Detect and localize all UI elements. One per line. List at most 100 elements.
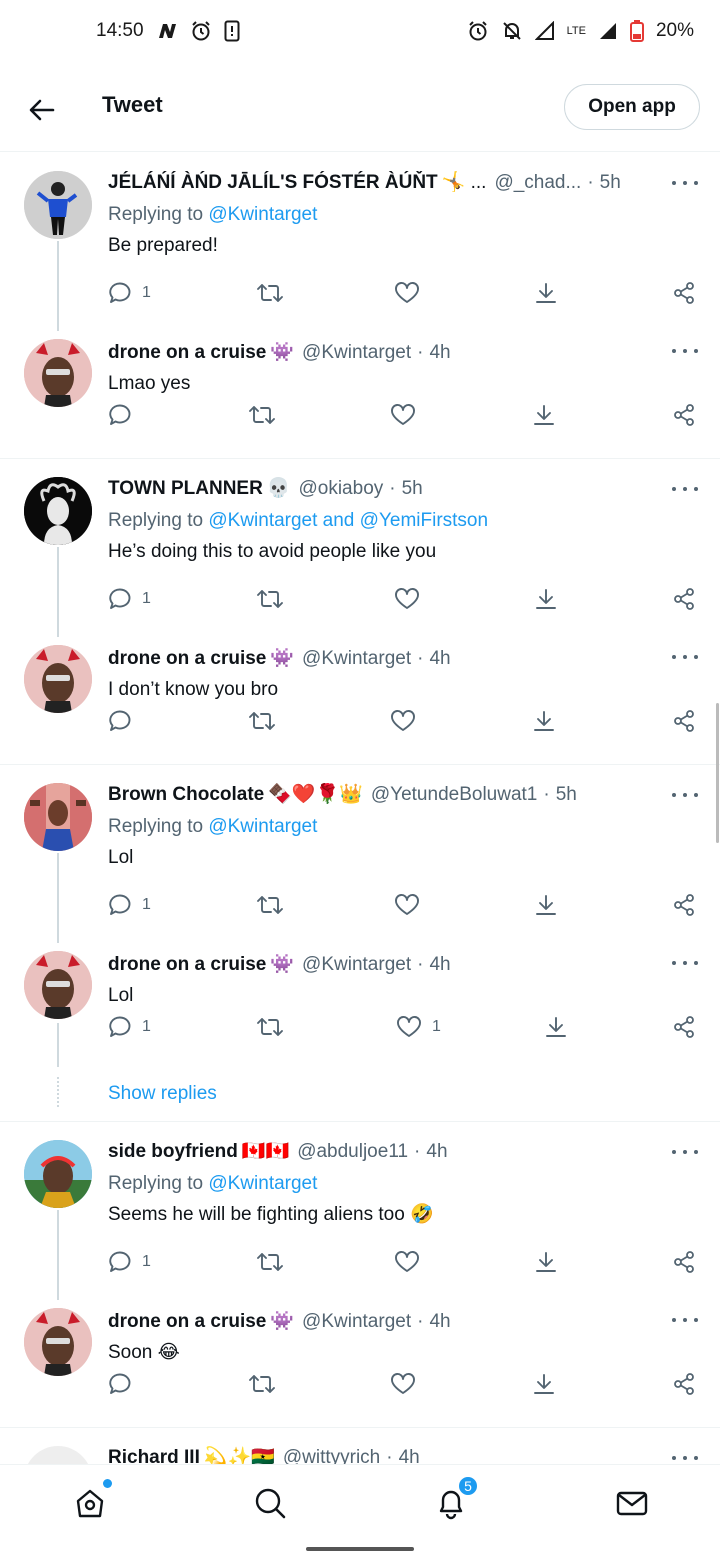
reply-button[interactable]: 1	[108, 893, 151, 917]
retweet-button[interactable]	[256, 281, 284, 305]
nav-search[interactable]	[250, 1483, 290, 1523]
timestamp[interactable]: 4h	[399, 1446, 420, 1464]
retweet-button[interactable]	[256, 893, 284, 917]
avatar[interactable]	[24, 171, 92, 239]
nav-messages[interactable]	[612, 1483, 652, 1523]
mention-link[interactable]: @Kwintarget	[208, 1173, 317, 1194]
reply-button[interactable]: 1	[108, 587, 151, 611]
display-name[interactable]: side boyfriend	[108, 1140, 238, 1164]
tweet[interactable]: TOWN PLANNER 💀 @okiaboy · 5h Replying to…	[0, 459, 720, 629]
download-button[interactable]	[534, 587, 558, 611]
display-name[interactable]: drone on a cruise	[108, 953, 266, 977]
share-button[interactable]	[672, 403, 696, 427]
share-button[interactable]	[672, 709, 696, 733]
gesture-bar[interactable]	[306, 1547, 414, 1551]
like-button[interactable]	[394, 281, 420, 305]
avatar[interactable]	[24, 1140, 92, 1208]
share-button[interactable]	[672, 281, 696, 305]
download-button[interactable]	[532, 1372, 556, 1396]
share-button[interactable]	[672, 587, 696, 611]
timestamp[interactable]: 4h	[429, 953, 450, 977]
more-options-icon[interactable]	[672, 175, 698, 191]
more-options-icon[interactable]	[672, 481, 698, 497]
share-button[interactable]	[672, 893, 696, 917]
download-button[interactable]	[532, 709, 556, 733]
share-button[interactable]	[672, 1015, 696, 1039]
display-name[interactable]: Richard III	[108, 1446, 200, 1464]
avatar[interactable]	[24, 1446, 92, 1464]
timestamp[interactable]: 4h	[429, 1310, 450, 1334]
display-name[interactable]: JÉLÁŃÍ ÀŃD JĀLÍL'S FÓSTÉR ÀÚŇT	[108, 171, 438, 195]
timestamp[interactable]: 4h	[426, 1140, 447, 1164]
display-name[interactable]: Brown Chocolate	[108, 783, 264, 807]
download-button[interactable]	[544, 1015, 568, 1039]
avatar[interactable]	[24, 951, 92, 1019]
reply-button[interactable]	[108, 709, 132, 733]
avatar[interactable]	[24, 783, 92, 851]
like-button[interactable]	[390, 709, 416, 733]
open-app-button[interactable]: Open app	[564, 84, 700, 130]
mention-link[interactable]: @Kwintarget and @YemiFirstson	[208, 510, 488, 531]
avatar[interactable]	[24, 645, 92, 713]
retweet-button[interactable]	[256, 1250, 284, 1274]
display-name[interactable]: drone on a cruise	[108, 1310, 266, 1334]
tweet[interactable]: drone on a cruise 👾 @Kwintarget · 4h Soo…	[0, 1292, 720, 1428]
tweet[interactable]: drone on a cruise 👾 @Kwintarget · 4h I d…	[0, 629, 720, 765]
more-options-icon[interactable]	[672, 787, 698, 803]
reply-button[interactable]	[108, 403, 132, 427]
tweet[interactable]: JÉLÁŃÍ ÀŃD JĀLÍL'S FÓSTÉR ÀÚŇT 🤸 ... @_c…	[0, 153, 720, 323]
download-button[interactable]	[534, 281, 558, 305]
tweet[interactable]: Richard III 💫✨🇬🇭 @wittyyrich · 4h	[0, 1428, 720, 1464]
mention-link[interactable]: @Kwintarget	[208, 204, 317, 225]
retweet-button[interactable]	[248, 709, 276, 733]
download-button[interactable]	[534, 893, 558, 917]
reply-button[interactable]	[108, 1372, 132, 1396]
timestamp[interactable]: 5h	[402, 477, 423, 501]
timestamp[interactable]: 4h	[429, 341, 450, 365]
avatar[interactable]	[24, 1308, 92, 1376]
retweet-button[interactable]	[256, 587, 284, 611]
display-name[interactable]: TOWN PLANNER	[108, 477, 263, 501]
like-button[interactable]	[394, 1250, 420, 1274]
more-options-icon[interactable]	[672, 1144, 698, 1160]
timestamp[interactable]: 5h	[600, 171, 621, 195]
tweet[interactable]: Brown Chocolate 🍫❤️🌹👑 @YetundeBoluwat1 ·…	[0, 765, 720, 935]
display-name[interactable]: drone on a cruise	[108, 647, 266, 671]
retweet-button[interactable]	[248, 403, 276, 427]
retweet-button[interactable]	[248, 1372, 276, 1396]
retweet-button[interactable]	[256, 1015, 284, 1039]
download-button[interactable]	[534, 1250, 558, 1274]
more-options-icon[interactable]	[672, 343, 698, 359]
like-button[interactable]	[390, 403, 416, 427]
tweet-text: He’s doing this to avoid people like you	[108, 541, 437, 562]
nav-notifications[interactable]: 5	[431, 1475, 479, 1523]
like-button[interactable]	[394, 587, 420, 611]
tweet[interactable]: drone on a cruise 👾 @Kwintarget · 4h Lma…	[0, 323, 720, 459]
separator-dot: ·	[417, 342, 424, 363]
reply-button[interactable]: 1	[108, 281, 151, 305]
show-replies-link[interactable]: Show replies	[108, 1083, 217, 1105]
share-button[interactable]	[672, 1372, 696, 1396]
scrollbar[interactable]	[716, 703, 719, 843]
share-button[interactable]	[672, 1250, 696, 1274]
display-name[interactable]: drone on a cruise	[108, 341, 266, 365]
more-options-icon[interactable]	[672, 649, 698, 665]
avatar[interactable]	[24, 339, 92, 407]
tweet[interactable]: side boyfriend 🇨🇦🇨🇦 @abduljoe11 · 4h Rep…	[0, 1122, 720, 1292]
timestamp[interactable]: 4h	[429, 647, 450, 671]
avatar[interactable]	[24, 477, 92, 545]
more-options-icon[interactable]	[672, 1312, 698, 1328]
download-button[interactable]	[532, 403, 556, 427]
tweet[interactable]: drone on a cruise 👾 @Kwintarget · 4h Lol…	[0, 935, 720, 1071]
like-button[interactable]	[394, 893, 420, 917]
more-options-icon[interactable]	[672, 955, 698, 971]
timestamp[interactable]: 5h	[556, 783, 577, 807]
mention-link[interactable]: @Kwintarget	[208, 816, 317, 837]
like-button[interactable]: 1	[396, 1015, 441, 1039]
back-button[interactable]	[22, 90, 62, 130]
nav-home[interactable]	[70, 1479, 112, 1523]
like-button[interactable]	[390, 1372, 416, 1396]
reply-button[interactable]: 1	[108, 1015, 151, 1039]
reply-button[interactable]: 1	[108, 1250, 151, 1274]
more-options-icon[interactable]	[672, 1450, 698, 1464]
